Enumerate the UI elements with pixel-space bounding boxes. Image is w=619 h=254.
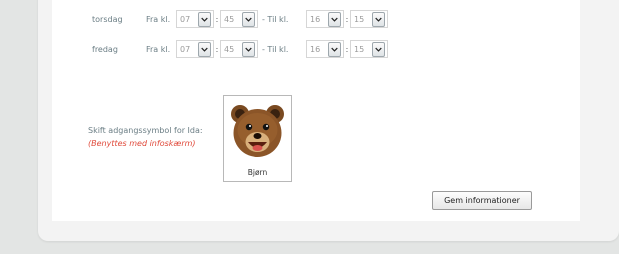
- to-minute-select[interactable]: 15: [350, 40, 388, 58]
- chevron-down-icon[interactable]: [328, 41, 341, 57]
- chevron-down-icon[interactable]: [242, 11, 255, 27]
- to-hour-select[interactable]: 16: [306, 40, 344, 58]
- symbol-note: (Benyttes med infoskærm): [88, 139, 196, 148]
- from-minute-value: 45: [224, 44, 235, 54]
- chevron-down-icon[interactable]: [198, 41, 211, 57]
- to-label: - Til kl.: [262, 14, 289, 24]
- to-minute-value: 15: [354, 14, 365, 24]
- day-label: torsdag: [92, 14, 123, 24]
- day-label: fredag: [92, 44, 118, 54]
- chevron-down-icon[interactable]: [372, 41, 385, 57]
- to-hour-value: 16: [310, 44, 321, 54]
- chevron-down-icon[interactable]: [198, 11, 211, 27]
- from-minute-select[interactable]: 45: [220, 10, 258, 28]
- from-label: Fra kl.: [146, 44, 171, 54]
- from-hour-select[interactable]: 07: [176, 10, 214, 28]
- to-hour-select[interactable]: 16: [306, 10, 344, 28]
- save-button[interactable]: Gem informationer: [432, 191, 532, 210]
- access-symbol-picker[interactable]: Bjørn: [223, 95, 292, 182]
- form-panel: [52, 0, 580, 221]
- from-hour-select[interactable]: 07: [176, 40, 214, 58]
- from-minute-value: 45: [224, 14, 235, 24]
- chevron-down-icon[interactable]: [372, 11, 385, 27]
- schedule-row-thursday: torsdag Fra kl. 07 : 45 - Til kl. 16 : 1…: [92, 8, 388, 30]
- to-label: - Til kl.: [262, 44, 289, 54]
- to-minute-select[interactable]: 15: [350, 10, 388, 28]
- symbol-label: Skift adgangssymbol for Ida:: [88, 126, 203, 135]
- from-minute-select[interactable]: 45: [220, 40, 258, 58]
- to-hour-value: 16: [310, 14, 321, 24]
- from-hour-value: 07: [180, 14, 191, 24]
- symbol-name: Bjørn: [247, 168, 268, 177]
- bear-icon: [231, 105, 284, 157]
- from-label: Fra kl.: [146, 14, 171, 24]
- to-minute-value: 15: [354, 44, 365, 54]
- from-hour-value: 07: [180, 44, 191, 54]
- chevron-down-icon[interactable]: [242, 41, 255, 57]
- chevron-down-icon[interactable]: [328, 11, 341, 27]
- schedule-row-friday: fredag Fra kl. 07 : 45 - Til kl. 16 : 15: [92, 38, 388, 60]
